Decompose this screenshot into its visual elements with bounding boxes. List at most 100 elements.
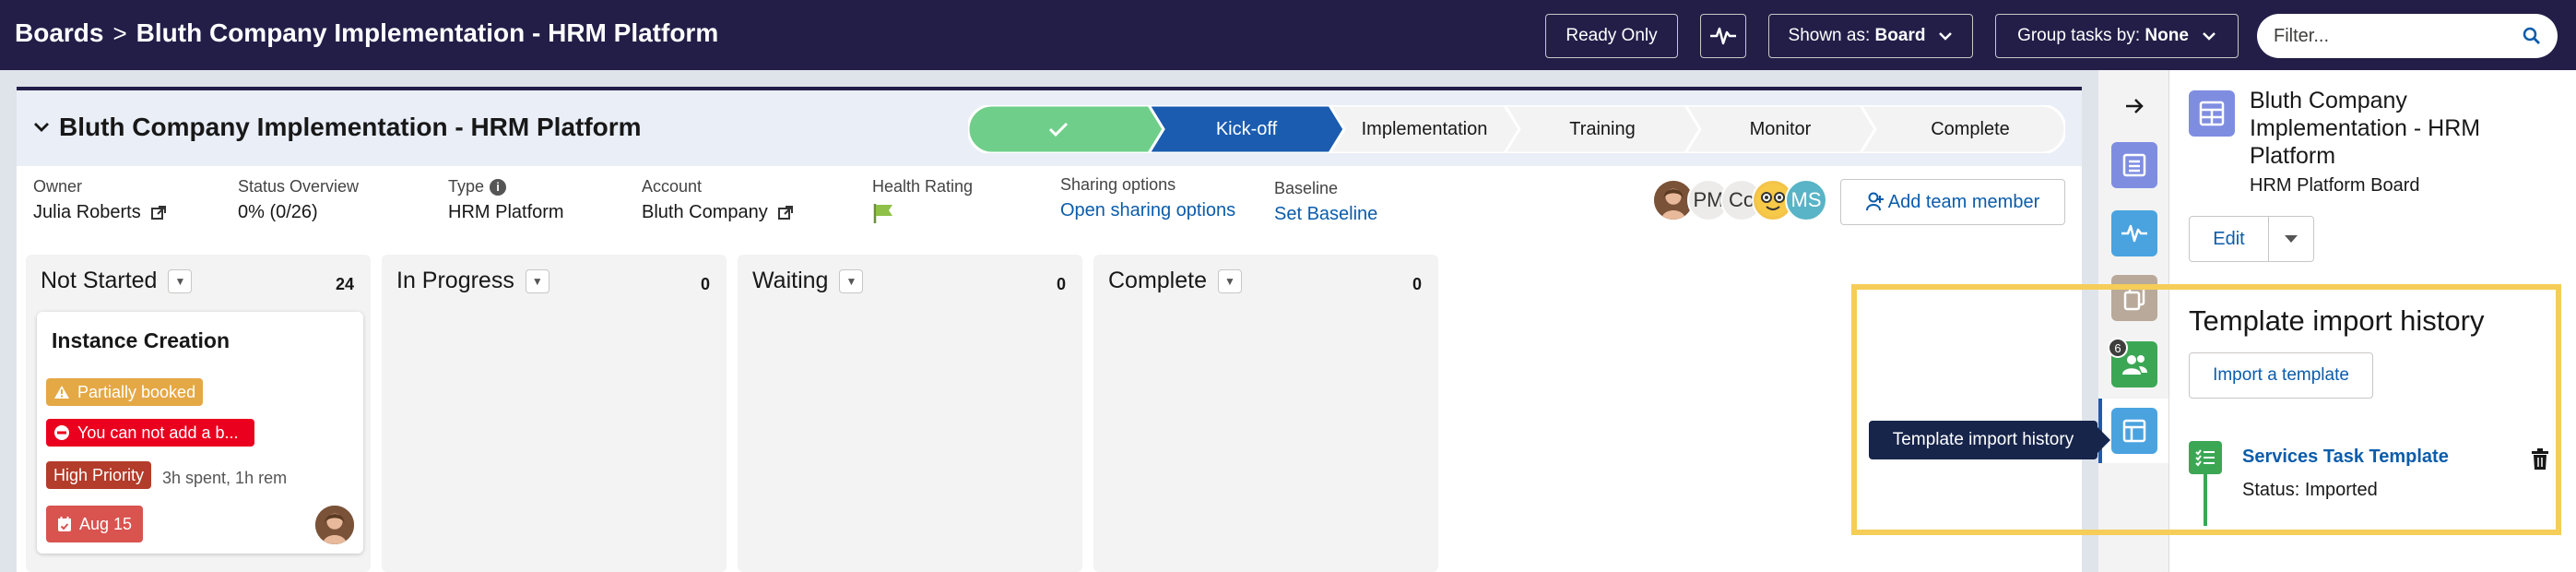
stage-implementation[interactable]: Implementation — [1344, 105, 1505, 153]
breadcrumb-current: Bluth Company Implementation - HRM Platf… — [136, 18, 719, 47]
task-card-title: Instance Creation — [52, 328, 230, 352]
open-sharing-options-link[interactable]: Open sharing options — [1060, 200, 1235, 221]
stage-label: Complete — [1931, 118, 2010, 139]
column-in-progress: In Progress ▼ 0 — [382, 255, 727, 572]
collapse-chevron-icon[interactable] — [33, 122, 50, 133]
external-link-icon[interactable] — [777, 205, 794, 221]
add-team-member-button[interactable]: Add team member — [1840, 179, 2065, 225]
breadcrumb: Boards > Bluth Company Implementation - … — [15, 18, 718, 48]
filter-input[interactable] — [2274, 25, 2523, 47]
column-menu-button[interactable]: ▼ — [168, 268, 193, 293]
task-list-icon — [2195, 449, 2215, 467]
column-name: Waiting — [752, 268, 829, 293]
rail-details-button[interactable] — [2111, 142, 2157, 188]
board-record-icon — [2189, 90, 2235, 137]
pulse-icon — [1710, 27, 1736, 45]
account-value: Bluth Company — [642, 202, 768, 222]
blocked-icon — [54, 425, 69, 440]
owner-field: Owner Julia Roberts — [33, 177, 167, 223]
type-field: Type i HRM Platform — [448, 177, 564, 223]
owner-label: Owner — [33, 177, 83, 196]
baseline-label: Baseline — [1274, 179, 1339, 197]
search-icon[interactable] — [2523, 27, 2541, 45]
error-badge: You can not add a b... — [46, 419, 254, 447]
priority-badge-label: High Priority — [53, 465, 145, 484]
ready-only-button[interactable]: Ready Only — [1545, 14, 1678, 58]
group-by-text: Group tasks by: None — [2017, 26, 2189, 46]
external-link-icon[interactable] — [150, 205, 167, 221]
group-tasks-dropdown[interactable]: Group tasks by: None — [1995, 14, 2239, 58]
priority-badge: High Priority — [46, 461, 152, 489]
health-label: Health Rating — [872, 177, 974, 196]
stage-completed[interactable] — [968, 105, 1149, 153]
task-card[interactable]: Instance Creation Partially booked You c… — [37, 312, 363, 554]
add-user-icon — [1865, 192, 1884, 211]
board-title-text: Bluth Company Implementation - HRM Platf… — [59, 113, 642, 141]
column-waiting: Waiting ▼ 0 — [738, 255, 1082, 572]
calendar-icon — [58, 517, 71, 531]
column-complete: Complete ▼ 0 — [1093, 255, 1438, 572]
breadcrumb-boards-link[interactable]: Boards — [15, 18, 103, 48]
rail-activity-button[interactable] — [2111, 210, 2157, 256]
edit-more-button[interactable] — [2269, 217, 2313, 261]
stage-kick-off[interactable]: Kick-off — [1164, 105, 1329, 153]
shown-as-text: Shown as: Board — [1789, 26, 1926, 46]
collapse-panel-button[interactable] — [2111, 83, 2157, 129]
edit-button[interactable]: Edit — [2190, 217, 2269, 261]
warning-badge: Partially booked — [46, 378, 204, 406]
sharing-options-field: Sharing options Open sharing options — [1060, 175, 1235, 221]
column-count: 0 — [700, 275, 710, 293]
owner-value: Julia Roberts — [33, 202, 141, 222]
column-header: Waiting ▼ — [752, 268, 864, 294]
top-bar: Boards > Bluth Company Implementation - … — [0, 0, 2576, 70]
person-photo-icon — [315, 506, 354, 544]
template-name-link[interactable]: Services Task Template — [2242, 447, 2449, 468]
detail-subtitle: HRM Platform Board — [2250, 175, 2420, 196]
activity-button[interactable] — [1700, 14, 1746, 58]
stage-monitor[interactable]: Monitor — [1700, 105, 1861, 153]
avatar-initials: Co — [1728, 188, 1755, 211]
template-status: Status: Imported — [2242, 480, 2378, 500]
add-team-member-label: Add team member — [1887, 191, 2040, 212]
import-template-button[interactable]: Import a template — [2189, 352, 2373, 399]
type-value: HRM Platform — [448, 202, 564, 222]
owner-value-row: Julia Roberts — [33, 202, 167, 223]
chevron-down-icon — [2203, 32, 2216, 41]
board-grid-icon — [2199, 101, 2225, 126]
shown-as-dropdown[interactable]: Shown as: Board — [1768, 14, 1973, 58]
column-header: Not Started ▼ — [41, 268, 193, 294]
baseline-field: Baseline Set Baseline — [1274, 179, 1377, 225]
column-menu-button[interactable]: ▼ — [1218, 268, 1242, 293]
assignee-avatar[interactable] — [313, 504, 356, 546]
warning-icon — [54, 386, 69, 399]
team-avatar-ms[interactable]: MS — [1785, 179, 1827, 221]
column-name: Not Started — [41, 268, 158, 293]
column-menu-button[interactable]: ▼ — [525, 268, 549, 293]
sharing-label: Sharing options — [1060, 175, 1176, 194]
health-value — [872, 202, 973, 224]
template-item-icon — [2189, 441, 2222, 474]
info-icon[interactable]: i — [490, 178, 507, 196]
column-name: Complete — [1108, 268, 1207, 293]
edit-button-group: Edit — [2189, 216, 2314, 262]
trash-icon[interactable] — [2530, 448, 2550, 471]
tooltip-text: Template import history — [1892, 430, 2074, 449]
column-menu-button[interactable]: ▼ — [839, 268, 864, 293]
stage-label: Training — [1569, 118, 1636, 139]
chevron-right-icon: > — [112, 18, 127, 47]
stage-path: Kick-off Implementation Training Monitor Com… — [968, 105, 2082, 153]
green-flag-icon — [873, 204, 892, 223]
due-date-label: Aug 15 — [79, 514, 133, 533]
status-value: 0% (0/26) — [238, 202, 318, 222]
set-baseline-link[interactable]: Set Baseline — [1274, 204, 1377, 225]
stage-label: Implementation — [1361, 118, 1488, 139]
list-icon — [2122, 153, 2146, 177]
column-header: In Progress ▼ — [396, 268, 549, 294]
avatar-initials: MS — [1790, 188, 1822, 211]
status-overview-field: Status Overview 0% (0/26) — [238, 177, 359, 223]
stage-complete[interactable]: Complete — [1875, 105, 2065, 153]
account-field: Account Bluth Company — [642, 177, 794, 223]
column-header: Complete ▼ — [1108, 268, 1242, 294]
tooltip: Template import history — [1869, 421, 2110, 459]
stage-training[interactable]: Training — [1519, 105, 1685, 153]
